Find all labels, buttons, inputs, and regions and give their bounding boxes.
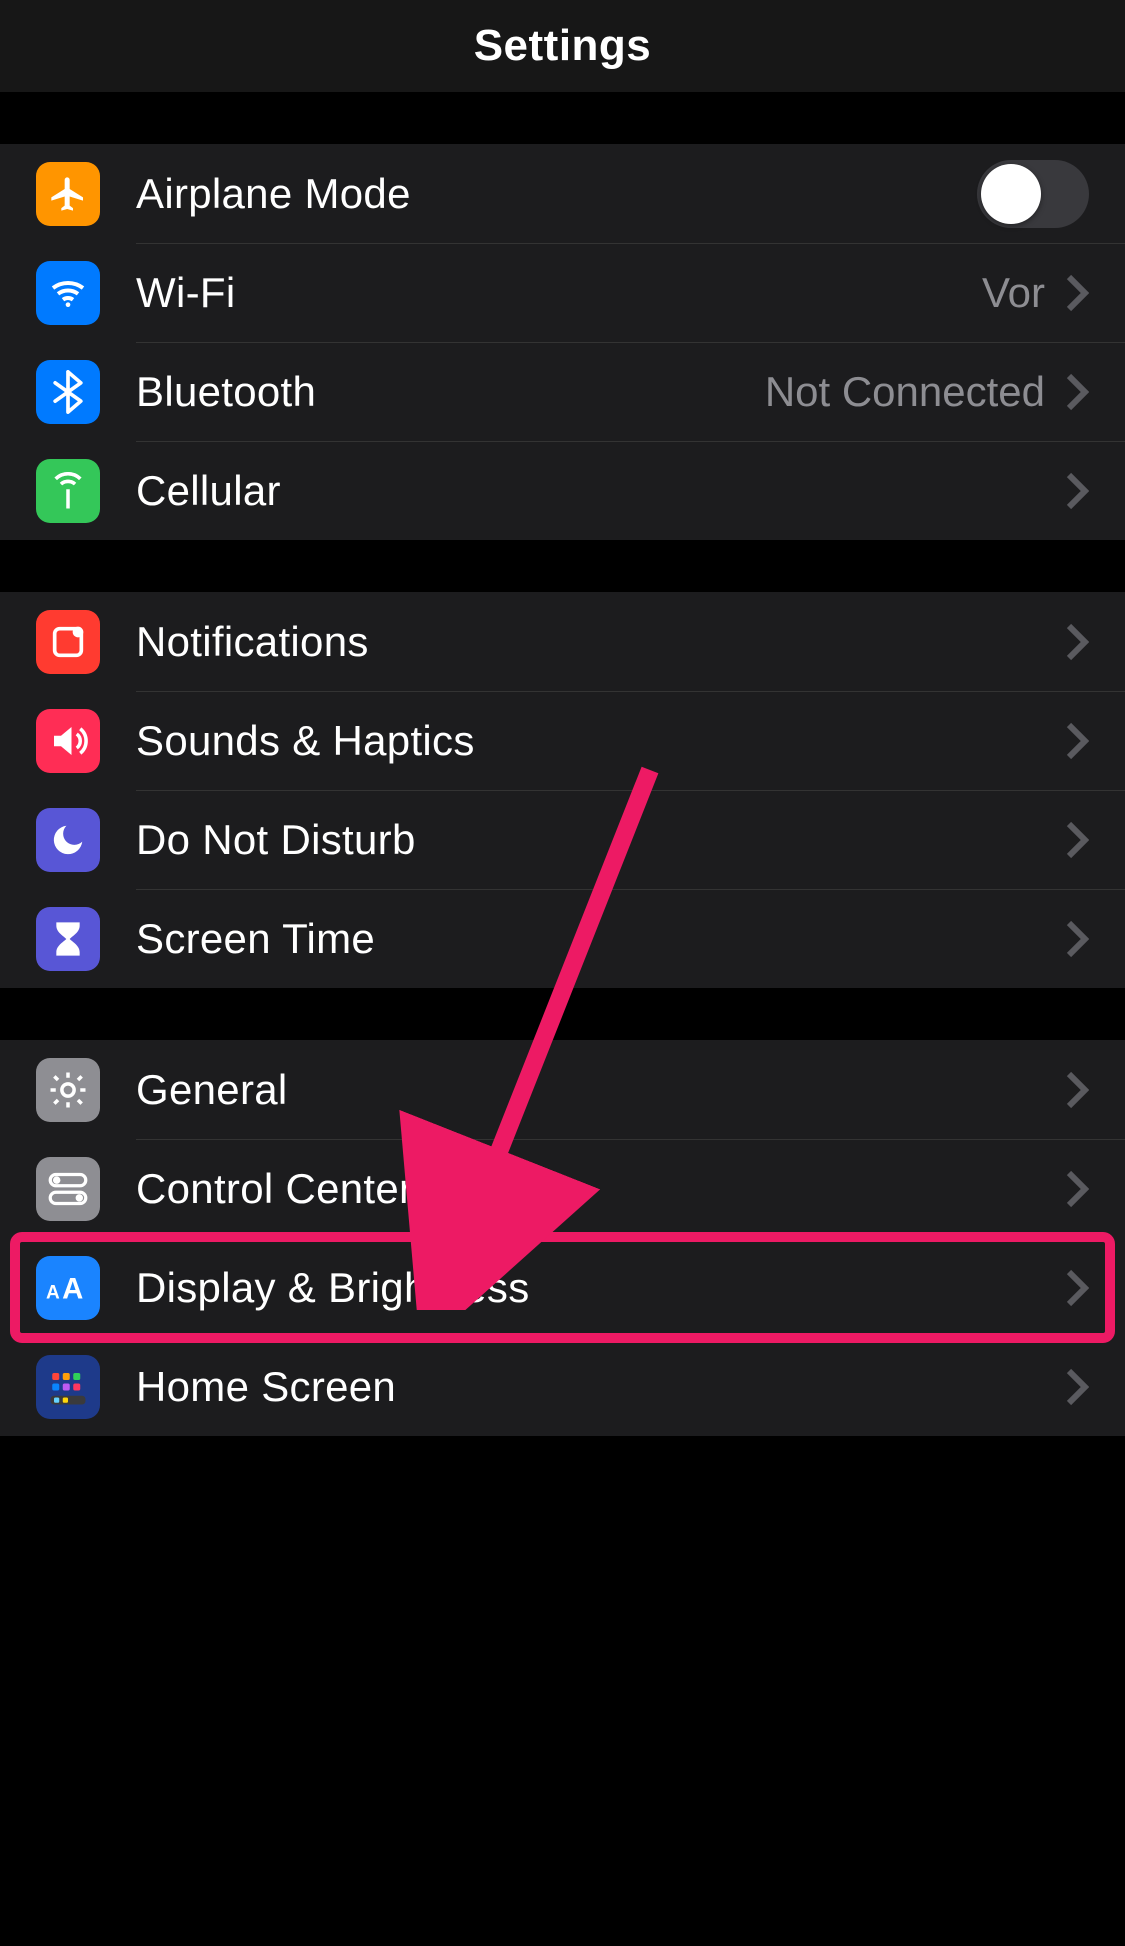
chevron-right-icon [1065,372,1089,412]
row-dnd[interactable]: Do Not Disturb [0,790,1125,889]
row-label: Wi-Fi [136,269,982,317]
row-controlcenter[interactable]: Control Center [0,1139,1125,1238]
group-gap [0,92,1125,144]
cellular-icon [36,459,100,523]
row-wifi[interactable]: Wi-Fi Vor [0,243,1125,342]
chevron-right-icon [1065,471,1089,511]
switches-icon [36,1157,100,1221]
row-label: Bluetooth [136,368,765,416]
row-label: Screen Time [136,915,1065,963]
row-label: Airplane Mode [136,170,977,218]
settings-group-connectivity: Airplane Mode Wi-Fi Vor Bluetooth Not Co… [0,144,1125,540]
row-label: General [136,1066,1065,1114]
row-label: Sounds & Haptics [136,717,1065,765]
hourglass-icon [36,907,100,971]
row-label: Control Center [136,1165,1065,1213]
page-title: Settings [0,0,1125,92]
apps-grid-icon [36,1355,100,1419]
speaker-icon [36,709,100,773]
airplane-icon [36,162,100,226]
settings-group-alerts: Notifications Sounds & Haptics Do Not Di… [0,592,1125,988]
chevron-right-icon [1065,1070,1089,1110]
settings-group-device: General Control Center AA Display & Brig… [0,1040,1125,1436]
row-sounds[interactable]: Sounds & Haptics [0,691,1125,790]
row-cellular[interactable]: Cellular [0,441,1125,540]
moon-icon [36,808,100,872]
bluetooth-icon [36,360,100,424]
chevron-right-icon [1065,1367,1089,1407]
group-gap [0,540,1125,592]
row-label: Home Screen [136,1363,1065,1411]
chevron-right-icon [1065,919,1089,959]
row-notifications[interactable]: Notifications [0,592,1125,691]
notifications-icon [36,610,100,674]
chevron-right-icon [1065,622,1089,662]
row-general[interactable]: General [0,1040,1125,1139]
gear-icon [36,1058,100,1122]
row-value: Vor [982,269,1045,317]
airplane-toggle[interactable] [977,160,1089,228]
chevron-right-icon [1065,1169,1089,1209]
chevron-right-icon [1065,721,1089,761]
group-gap [0,988,1125,1040]
row-screentime[interactable]: Screen Time [0,889,1125,988]
wifi-icon [36,261,100,325]
row-homescreen[interactable]: Home Screen [0,1337,1125,1436]
row-value: Not Connected [765,368,1045,416]
row-airplane[interactable]: Airplane Mode [0,144,1125,243]
chevron-right-icon [1065,820,1089,860]
annotation-highlight-box [10,1232,1115,1343]
row-label: Do Not Disturb [136,816,1065,864]
row-bluetooth[interactable]: Bluetooth Not Connected [0,342,1125,441]
row-label: Notifications [136,618,1065,666]
row-label: Cellular [136,467,1065,515]
chevron-right-icon [1065,273,1089,313]
